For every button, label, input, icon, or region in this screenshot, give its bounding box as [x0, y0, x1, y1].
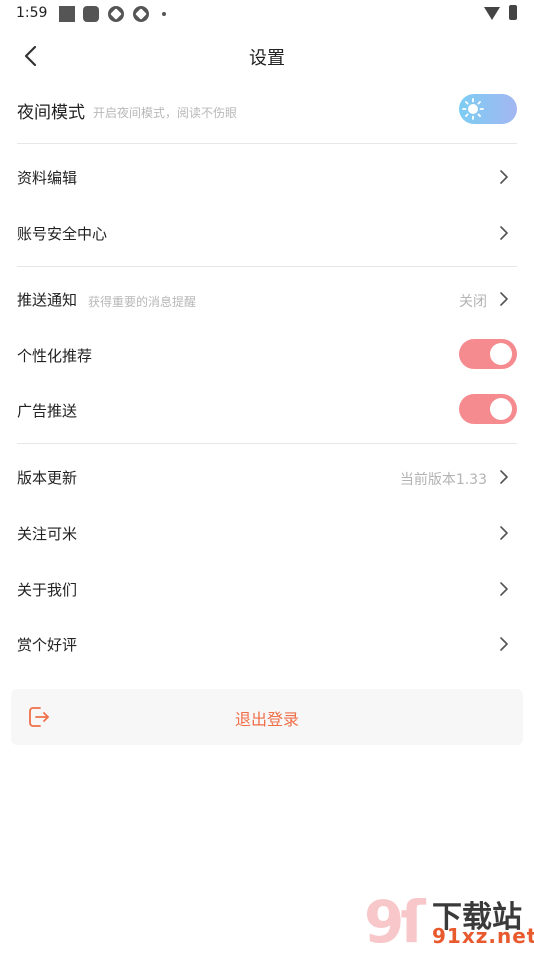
watermark-logo: 9ſ 下载站 91xz.net — [362, 888, 534, 956]
logout-label: 退出登录 — [234, 710, 299, 729]
about-us-row[interactable]: 关于我们 — [17, 566, 517, 614]
rate-app-row[interactable]: 赏个好评 — [17, 621, 517, 669]
push-notification-hint: 获得重要的消息提醒 — [88, 295, 197, 309]
personalized-recommendation-row: 个性化推荐 — [17, 332, 517, 380]
wifi-icon — [484, 7, 500, 20]
rate-app-label: 赏个好评 — [17, 636, 78, 654]
version-update-label: 版本更新 — [17, 469, 78, 487]
account-security-label: 账号安全中心 — [17, 225, 108, 243]
night-mode-row: 夜间模式 开启夜间模式，阅读不伤眼 — [17, 87, 517, 135]
more-notifications-icon — [162, 12, 166, 16]
chevron-right-icon — [500, 637, 508, 651]
push-notification-row[interactable]: 推送通知 获得重要的消息提醒 关闭 — [17, 276, 517, 324]
chevron-right-icon — [500, 526, 508, 540]
watermark-url: 91xz.net — [432, 924, 534, 948]
app-icon — [133, 6, 149, 22]
app-icon — [108, 6, 124, 22]
about-us-label: 关于我们 — [17, 581, 78, 599]
divider — [17, 266, 517, 267]
notification-icon — [59, 6, 75, 22]
night-mode-toggle[interactable] — [459, 94, 517, 124]
divider — [17, 143, 517, 144]
follow-label: 关注可米 — [17, 525, 78, 543]
logout-button[interactable]: 退出登录 — [11, 689, 523, 745]
header: 设置 — [0, 32, 534, 82]
chevron-right-icon — [500, 470, 508, 484]
night-mode-hint: 开启夜间模式，阅读不伤眼 — [93, 106, 238, 120]
personalized-recommendation-toggle[interactable] — [459, 339, 517, 369]
watermark-nine-icon: 9ſ — [364, 888, 426, 956]
status-bar: 1:59 — [0, 0, 534, 30]
account-security-row[interactable]: 账号安全中心 — [17, 210, 517, 258]
page-title: 设置 — [249, 48, 285, 69]
chevron-right-icon — [500, 292, 508, 306]
ad-push-row: 广告推送 — [17, 387, 517, 435]
ad-push-toggle[interactable] — [459, 394, 517, 424]
personalized-recommendation-label: 个性化推荐 — [17, 347, 93, 365]
chevron-right-icon — [500, 582, 508, 596]
divider — [17, 443, 517, 444]
ad-push-label: 广告推送 — [17, 402, 78, 420]
status-time: 1:59 — [16, 5, 48, 21]
version-update-row[interactable]: 版本更新 当前版本1.33 — [17, 454, 517, 502]
toggle-knob — [490, 343, 512, 365]
battery-icon — [509, 5, 517, 20]
current-version: 当前版本1.33 — [399, 472, 487, 488]
toggle-knob — [490, 398, 512, 420]
sun-icon — [462, 98, 484, 120]
profile-edit-row[interactable]: 资料编辑 — [17, 154, 517, 202]
push-notification-label: 推送通知 — [17, 291, 78, 309]
app-notification-icon — [83, 6, 99, 22]
follow-row[interactable]: 关注可米 — [17, 510, 517, 558]
chevron-right-icon — [500, 170, 508, 184]
night-mode-label: 夜间模式 — [17, 103, 85, 123]
push-notification-status: 关闭 — [459, 294, 487, 310]
chevron-right-icon — [500, 226, 508, 240]
profile-edit-label: 资料编辑 — [17, 169, 78, 187]
